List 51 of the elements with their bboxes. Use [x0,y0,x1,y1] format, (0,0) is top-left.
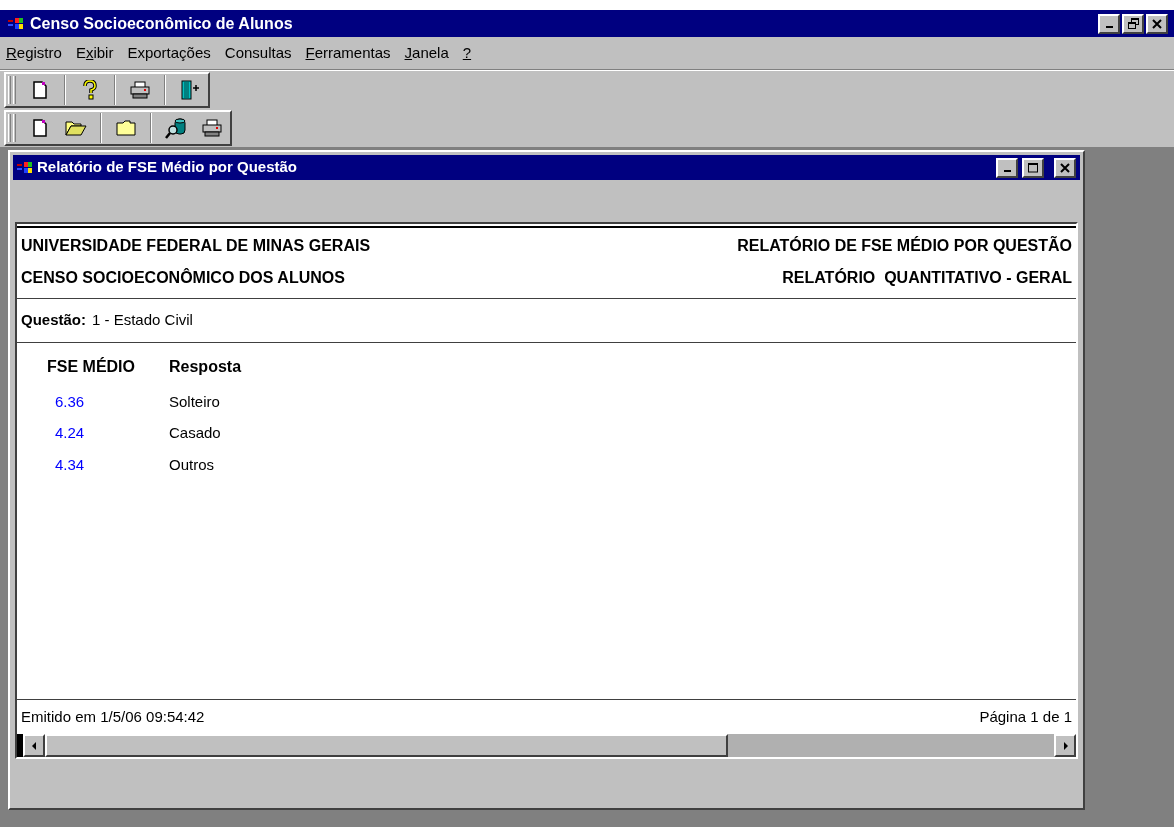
scrollbar-edge [17,734,23,757]
menu-item[interactable]: ? [460,41,474,65]
page-number: Página 1 de 1 [979,706,1072,727]
printer-icon [202,119,222,137]
maximize-button[interactable] [1022,157,1044,178]
minimize-icon [1105,26,1113,28]
menu-item[interactable]: Janela [402,41,451,65]
scroll-left-button[interactable] [23,734,45,757]
table-cell-text: Solteiro [169,391,221,412]
right-arrow-icon [1062,741,1068,750]
blank-page-icon [33,81,47,99]
app-icon [17,160,33,175]
window-title: Relatório de FSE Médio por Questão [37,157,298,178]
question-mark-icon [83,80,97,100]
blank-page-icon [33,119,47,137]
folder-icon [116,120,136,136]
close-icon [1060,162,1070,173]
app-icon [8,16,24,31]
maximize-icon [1027,162,1039,173]
printer-icon [130,81,150,99]
close-button[interactable] [1054,157,1076,178]
report-heading: CENSO SOCIOECONÔMICO DOS ALUNOS [21,267,346,288]
close-button[interactable] [1146,13,1168,34]
minimize-button[interactable] [996,157,1018,178]
door-arrow-icon [180,80,200,100]
question-value: 1 - Estado Civil [92,310,193,330]
left-arrow-icon [31,741,37,750]
close-icon [1152,18,1162,29]
menu-item[interactable]: Exibir [73,41,116,65]
menu-item[interactable]: Registro [4,41,64,65]
magnifier-database-icon [165,117,187,139]
menu-item[interactable]: Ferramentas [303,41,393,65]
report-heading: RELATÓRIO DE FSE MÉDIO POR QUESTÃO [737,235,1072,256]
scroll-thumb[interactable] [45,734,728,757]
restore-icon [1127,18,1139,29]
column-header: Resposta [169,356,243,377]
column-header: FSE MÉDIO [47,356,136,377]
report-heading: RELATÓRIO QUANTITATIVO - GERAL [782,267,1072,288]
table-cell-text: Casado [169,423,222,443]
table-cell-text: Outros [169,454,215,475]
issued-date: Emitido em 1/5/06 09:54:42 [21,706,205,727]
report-heading: UNIVERSIDADE FEDERAL DE MINAS GERAIS [21,236,371,256]
open-folder-icon [65,120,87,136]
question-label: Questão: [21,310,86,330]
menu-item[interactable]: Consultas [222,41,294,65]
minimize-button[interactable] [1098,13,1120,34]
minimize-icon [1003,170,1011,172]
menu-item[interactable]: Exportações [125,41,213,65]
restore-button[interactable] [1122,13,1144,34]
scroll-right-button[interactable] [1054,734,1076,757]
window-title: Censo Socioeconômico de Alunos [30,13,293,34]
